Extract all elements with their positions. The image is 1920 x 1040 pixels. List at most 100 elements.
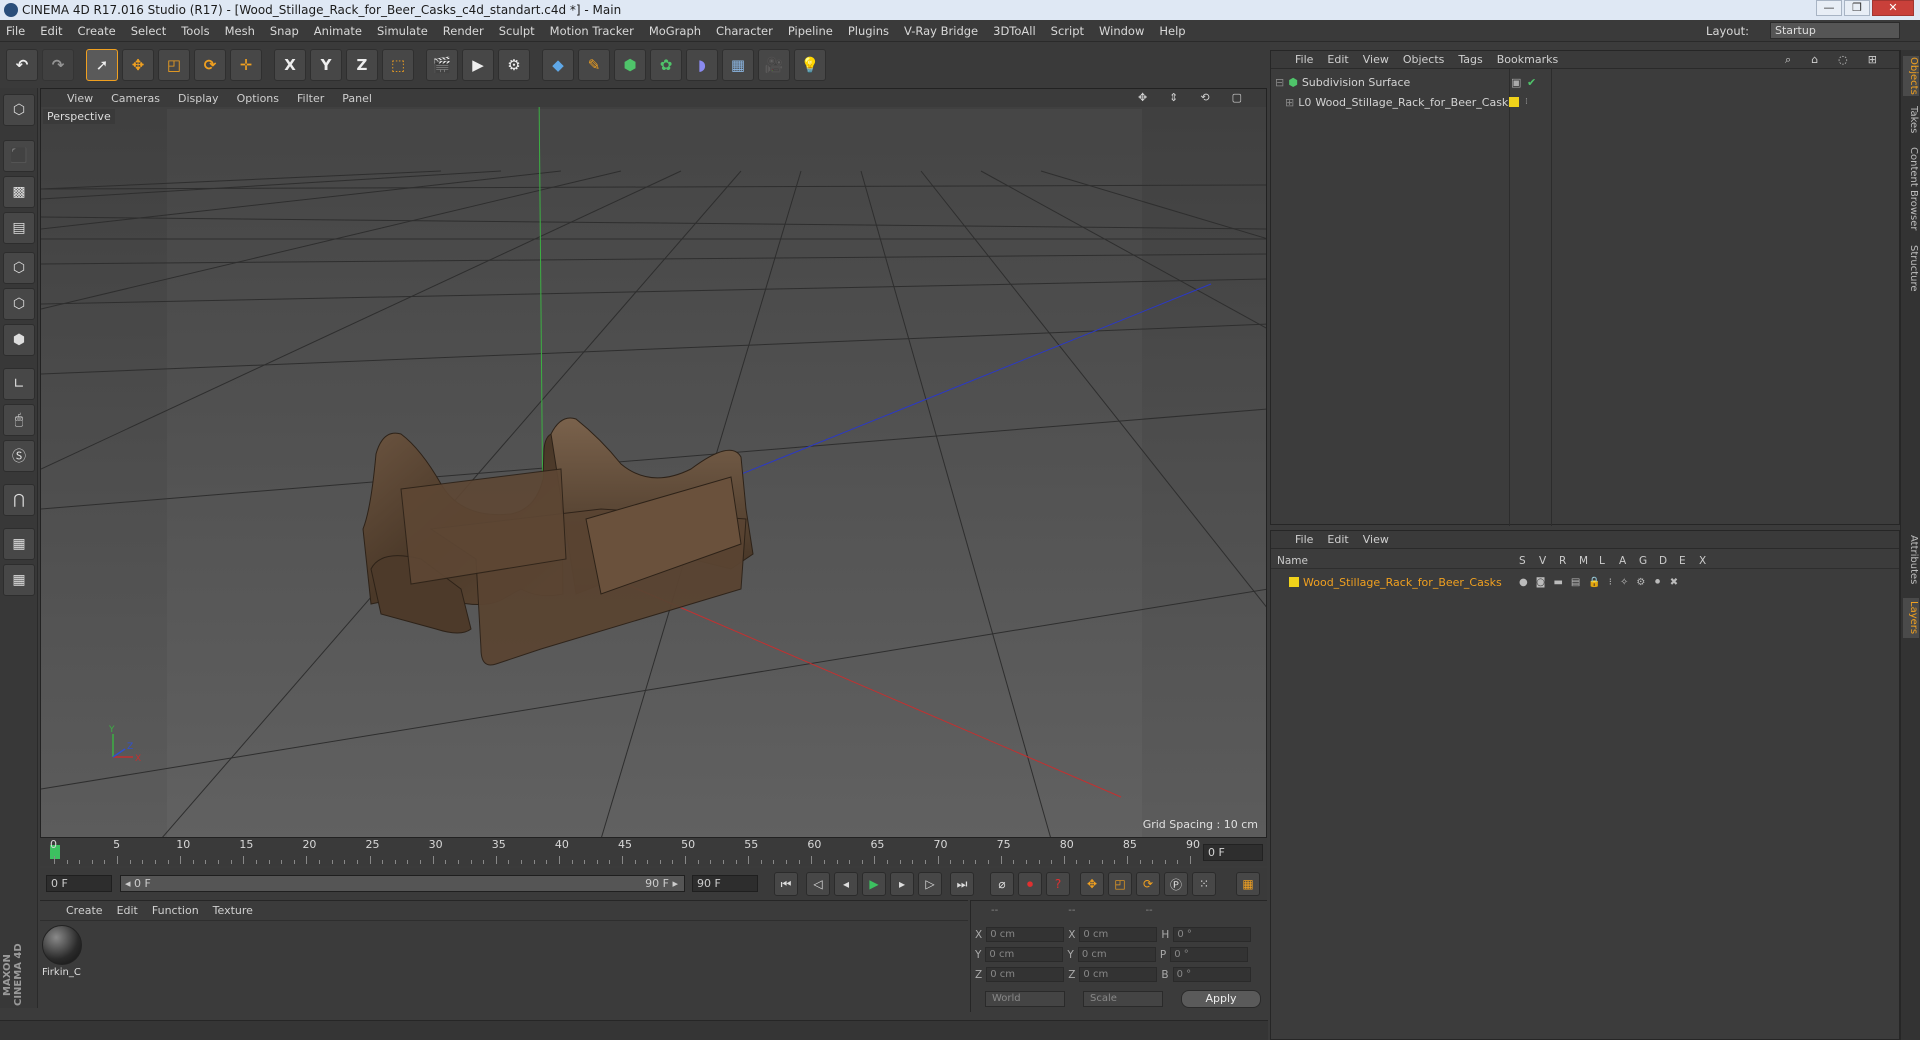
z-axis-button[interactable]: Z bbox=[346, 49, 378, 81]
minimize-button[interactable]: — bbox=[1816, 0, 1842, 16]
menu-edit[interactable]: Edit bbox=[40, 24, 62, 38]
select-icon[interactable]: ➚ bbox=[86, 49, 118, 81]
rotate-icon[interactable]: ⟳ bbox=[194, 49, 226, 81]
menu-snap[interactable]: Snap bbox=[270, 24, 299, 38]
key-rotate-icon[interactable]: ⟳ bbox=[1136, 872, 1160, 896]
light-icon[interactable]: 💡 bbox=[794, 49, 826, 81]
vp-move-icon[interactable]: ✥ bbox=[1138, 91, 1147, 104]
texture-mode-icon[interactable]: ▩ bbox=[3, 176, 35, 208]
pos-y-field[interactable]: 0 cm bbox=[985, 947, 1064, 962]
size-x-field[interactable]: 0 cm bbox=[1079, 927, 1158, 942]
vp-menu-panel[interactable]: Panel bbox=[342, 92, 372, 105]
menu-select[interactable]: Select bbox=[131, 24, 166, 38]
pos-z-field[interactable]: 0 cm bbox=[986, 967, 1065, 982]
object-mode-icon[interactable]: ⬛ bbox=[3, 140, 35, 172]
material-swatch[interactable]: Firkin_C bbox=[42, 925, 86, 981]
solo-icon[interactable]: ● bbox=[1519, 577, 1528, 588]
floor-icon[interactable]: ▦ bbox=[722, 49, 754, 81]
edges-mode-icon[interactable]: ⬡ bbox=[3, 288, 35, 320]
tab-objects[interactable]: Objects bbox=[1903, 56, 1919, 96]
menu-3dtoall[interactable]: 3DToAll bbox=[993, 24, 1036, 38]
enabled-check-icon[interactable]: ✔ bbox=[1527, 76, 1536, 89]
redo-icon[interactable]: ↷ bbox=[42, 49, 74, 81]
vp-menu-filter[interactable]: Filter bbox=[297, 92, 324, 105]
tab-structure[interactable]: Structure bbox=[1903, 240, 1919, 296]
cube-icon[interactable]: ◆ bbox=[542, 49, 574, 81]
animation-icon[interactable]: ⁝ bbox=[1609, 577, 1612, 588]
menu-vray-bridge[interactable]: V-Ray Bridge bbox=[904, 24, 978, 38]
lock-icon[interactable]: 🔒 bbox=[1588, 577, 1600, 588]
scale-icon[interactable]: ◰ bbox=[158, 49, 190, 81]
filter-icon[interactable]: ◌ bbox=[1838, 53, 1848, 67]
axis-mode-icon[interactable]: ∟ bbox=[3, 368, 35, 400]
vp-menu-options[interactable]: Options bbox=[237, 92, 279, 105]
expression-icon[interactable]: ⚫ bbox=[1653, 577, 1661, 588]
record-icon[interactable]: ⏺ bbox=[1018, 872, 1042, 896]
obj-menu-view[interactable]: View bbox=[1363, 53, 1389, 66]
model-mode-icon[interactable]: ⬡ bbox=[3, 94, 35, 126]
deformer-icon[interactable]: ⚙ bbox=[1636, 577, 1645, 588]
mat-menu-function[interactable]: Function bbox=[152, 904, 199, 917]
next-key-icon[interactable]: ▷ bbox=[918, 872, 942, 896]
menu-tools[interactable]: Tools bbox=[181, 24, 209, 38]
points-mode-icon[interactable]: ⬡ bbox=[3, 252, 35, 284]
obj-menu-objects[interactable]: Objects bbox=[1403, 53, 1445, 66]
undo-icon[interactable]: ↶ bbox=[6, 49, 38, 81]
layer-menu-edit[interactable]: Edit bbox=[1327, 533, 1348, 546]
search-icon[interactable]: ⌕ bbox=[1785, 53, 1791, 67]
y-axis-button[interactable]: Y bbox=[310, 49, 342, 81]
layer-row[interactable]: Wood_Stillage_Rack_for_Beer_Casks ● ◙ ▬ … bbox=[1289, 573, 1678, 591]
snap-icon[interactable]: Ⓢ bbox=[3, 440, 35, 472]
manager-icon[interactable]: ▤ bbox=[1571, 577, 1580, 588]
view-icon[interactable]: ◙ bbox=[1536, 577, 1546, 588]
autokey-icon[interactable]: ? bbox=[1046, 872, 1070, 896]
timeline-window-icon[interactable]: ▦ bbox=[1236, 872, 1260, 896]
current-frame-field[interactable]: 0 F bbox=[1203, 844, 1263, 861]
object-row[interactable]: ⊟ ⬢ Subdivision Surface ▣ ✔ bbox=[1275, 73, 1536, 91]
menu-create[interactable]: Create bbox=[78, 24, 116, 38]
menu-file[interactable]: File bbox=[6, 24, 25, 38]
tab-attributes[interactable]: Attributes bbox=[1903, 530, 1919, 590]
obj-menu-tags[interactable]: Tags bbox=[1458, 53, 1482, 66]
world-select[interactable]: World bbox=[985, 991, 1065, 1007]
generator-icon[interactable]: ✧ bbox=[1620, 577, 1628, 588]
menu-motion-tracker[interactable]: Motion Tracker bbox=[550, 24, 634, 38]
key-param-icon[interactable]: Ⓟ bbox=[1164, 872, 1188, 896]
key-move-icon[interactable]: ✥ bbox=[1080, 872, 1104, 896]
menu-mograph[interactable]: MoGraph bbox=[649, 24, 701, 38]
menu-window[interactable]: Window bbox=[1099, 24, 1144, 38]
goto-end-icon[interactable]: ⏭ bbox=[950, 872, 974, 896]
goto-start-icon[interactable]: ⏮ bbox=[774, 872, 798, 896]
magnet-icon[interactable]: ⋂ bbox=[3, 484, 35, 516]
obj-menu-file[interactable]: File bbox=[1295, 53, 1313, 66]
tab-layers[interactable]: Layers bbox=[1903, 598, 1919, 638]
menu-pipeline[interactable]: Pipeline bbox=[788, 24, 833, 38]
vp-menu-display[interactable]: Display bbox=[178, 92, 219, 105]
rot-h-field[interactable]: 0 ° bbox=[1173, 927, 1252, 942]
scale-select[interactable]: Scale bbox=[1083, 991, 1163, 1007]
keyframe-icon[interactable]: ⌀ bbox=[990, 872, 1014, 896]
menu-character[interactable]: Character bbox=[716, 24, 773, 38]
workplane-icon[interactable]: ▤ bbox=[3, 212, 35, 244]
mat-menu-create[interactable]: Create bbox=[66, 904, 103, 917]
menu-render[interactable]: Render bbox=[443, 24, 484, 38]
expand-toggle-icon[interactable]: ⊟ bbox=[1275, 76, 1284, 89]
tab-takes[interactable]: Takes bbox=[1903, 102, 1919, 138]
menu-mesh[interactable]: Mesh bbox=[225, 24, 255, 38]
layout-select[interactable]: Startup bbox=[1770, 22, 1900, 39]
range-slider[interactable]: ◂ 0 F 90 F ▸ bbox=[120, 875, 685, 892]
start-frame-field[interactable]: 0 F bbox=[46, 875, 112, 892]
render-settings-icon[interactable]: ⚙ bbox=[498, 49, 530, 81]
viewport-scene[interactable]: Y X Z bbox=[41, 89, 1267, 838]
end-frame-field[interactable]: 90 F bbox=[692, 875, 758, 892]
prev-key-icon[interactable]: ◁ bbox=[806, 872, 830, 896]
expand-toggle-icon[interactable]: ⊞ bbox=[1285, 96, 1294, 109]
pos-x-field[interactable]: 0 cm bbox=[986, 927, 1065, 942]
layer-menu-file[interactable]: File bbox=[1295, 533, 1313, 546]
subdivision-icon[interactable]: ⬢ bbox=[614, 49, 646, 81]
obj-menu-bookmarks[interactable]: Bookmarks bbox=[1497, 53, 1558, 66]
menu-simulate[interactable]: Simulate bbox=[377, 24, 428, 38]
layer-name[interactable]: Wood_Stillage_Rack_for_Beer_Casks bbox=[1303, 576, 1502, 589]
new-panel-icon[interactable]: ⊞ bbox=[1868, 53, 1877, 67]
home-icon[interactable]: ⌂ bbox=[1811, 53, 1818, 67]
